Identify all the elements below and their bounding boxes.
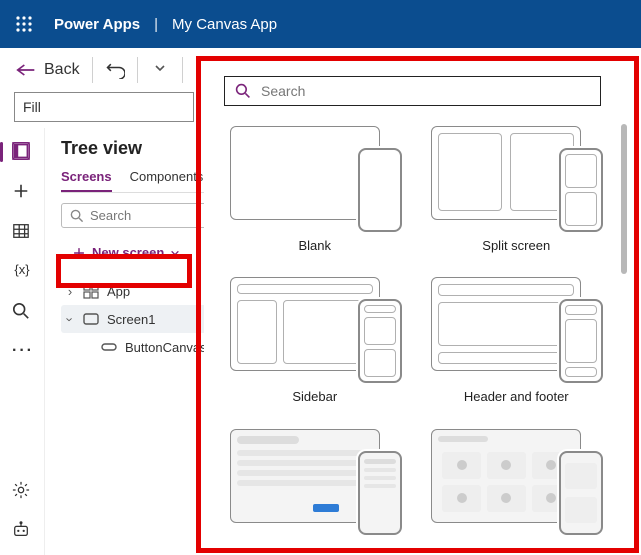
tree-item-label: ButtonCanvas1 — [125, 340, 214, 355]
rail-active-indicator — [0, 142, 3, 162]
flyout-search-input[interactable]: Search — [224, 76, 601, 106]
screen-icon — [83, 311, 99, 327]
flyout-search-placeholder: Search — [261, 83, 305, 99]
variables-icon[interactable]: {x} — [14, 262, 29, 282]
template-sidebar[interactable]: Sidebar — [228, 271, 402, 404]
more-icon[interactable]: ··· — [12, 342, 32, 362]
new-screen-button[interactable]: New screen — [61, 238, 191, 267]
app-launcher-icon[interactable] — [8, 8, 40, 40]
data-icon[interactable] — [12, 222, 32, 242]
template-extra-1[interactable] — [228, 423, 402, 533]
new-screen-flyout: Search Blank Split screen — [204, 64, 633, 547]
undo-button[interactable] — [105, 61, 125, 79]
virtual-agent-icon[interactable] — [12, 521, 32, 541]
new-screen-label: New screen — [92, 245, 164, 260]
chevron-down-icon[interactable]: › — [63, 314, 78, 324]
tree-item-label: Screen1 — [107, 312, 155, 327]
flyout-template-grid: Blank Split screen — [204, 120, 633, 543]
divider — [137, 57, 138, 83]
tab-components[interactable]: Components — [130, 169, 204, 192]
app-title: My Canvas App — [172, 16, 277, 33]
template-label: Blank — [298, 238, 331, 253]
app-topbar: Power Apps | My Canvas App — [0, 0, 641, 48]
template-split-screen[interactable]: Split screen — [430, 120, 604, 253]
chevron-right-icon[interactable]: › — [65, 284, 75, 299]
template-label: Sidebar — [292, 389, 337, 404]
tab-screens[interactable]: Screens — [61, 169, 112, 192]
property-name: Fill — [23, 99, 41, 115]
product-name: Power Apps — [54, 16, 140, 33]
flyout-scrollbar[interactable] — [621, 124, 627, 274]
divider — [92, 57, 93, 83]
button-icon — [101, 339, 117, 355]
settings-icon[interactable] — [12, 481, 32, 501]
tree-view-icon[interactable] — [12, 142, 32, 162]
search-icon[interactable] — [12, 302, 32, 322]
template-label: Header and footer — [464, 389, 569, 404]
property-selector[interactable]: Fill — [14, 92, 194, 122]
tree-item-label: App — [107, 284, 130, 299]
insert-icon[interactable] — [12, 182, 32, 202]
template-blank[interactable]: Blank — [228, 120, 402, 253]
template-extra-2[interactable] — [430, 423, 604, 533]
title-separator: | — [154, 16, 158, 33]
divider — [182, 57, 183, 83]
tree-search-placeholder: Search — [90, 208, 131, 223]
template-header-footer[interactable]: Header and footer — [430, 271, 604, 404]
app-icon — [83, 283, 99, 299]
undo-dropdown[interactable] — [150, 57, 170, 83]
back-label: Back — [44, 61, 80, 79]
left-rail: {x} ··· — [0, 128, 44, 555]
back-button[interactable]: Back — [16, 61, 80, 79]
template-label: Split screen — [482, 238, 550, 253]
